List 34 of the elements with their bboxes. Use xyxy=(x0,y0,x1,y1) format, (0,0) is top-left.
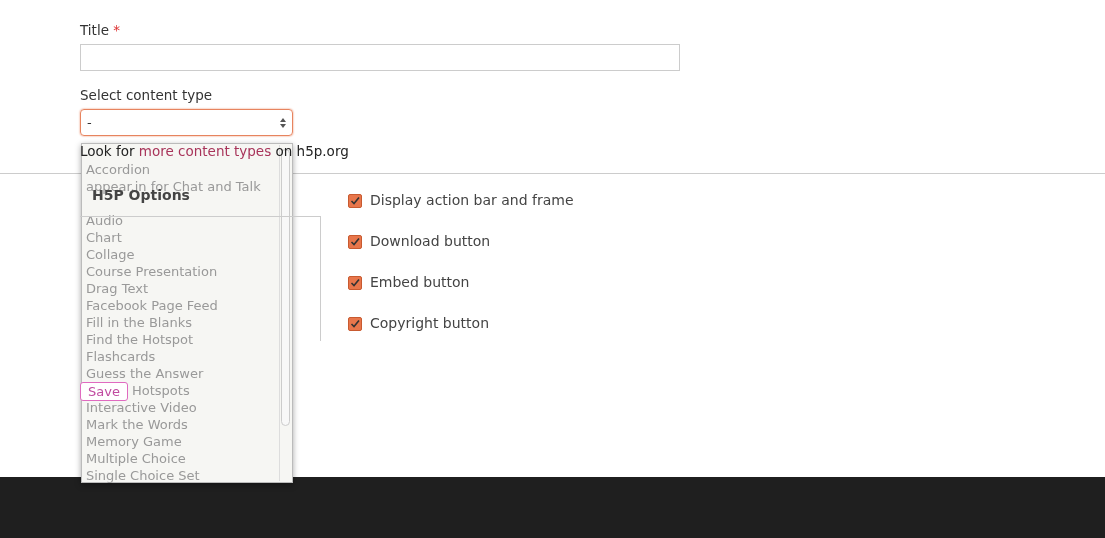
checkbox-label: Copyright button xyxy=(370,315,490,332)
dropdown-option[interactable]: Collage xyxy=(86,246,135,263)
title-input[interactable] xyxy=(80,44,680,71)
dropdown-option[interactable]: Multiple Choice xyxy=(86,450,186,467)
dropdown-option[interactable]: Facebook Page Feed xyxy=(86,297,218,314)
dropdown-option[interactable]: Hotspots xyxy=(132,382,190,399)
checkbox[interactable] xyxy=(348,193,362,208)
checkbox[interactable] xyxy=(348,275,362,290)
dropdown-option[interactable]: Course Presentation xyxy=(86,263,218,280)
content-type-label: Select content type xyxy=(80,86,214,105)
dropdown-option[interactable]: Find the Hotspot xyxy=(86,331,194,348)
dropdown-option[interactable]: Single Choice Set xyxy=(86,467,200,484)
sort-arrows-icon xyxy=(280,117,286,128)
dropdown-option[interactable]: Accordion xyxy=(86,161,151,178)
checkbox-label: Display action bar and frame xyxy=(370,192,574,209)
save-button[interactable]: Save xyxy=(80,382,128,401)
content-type-select[interactable]: - xyxy=(80,109,293,136)
dropdown-option[interactable]: Mark the Words xyxy=(86,416,188,433)
dropdown-option[interactable]: Audio xyxy=(86,212,123,229)
checkbox-label: Embed button xyxy=(370,274,470,291)
hint-text: Look for more content types on h5p.org xyxy=(80,143,350,159)
checkbox-label: Download button xyxy=(370,233,491,250)
dropdown-option[interactable]: Drag Text xyxy=(86,280,148,297)
dropdown-option[interactable]: Fill in the Blanks xyxy=(86,314,192,331)
dropdown-option[interactable]: Guess the Answer xyxy=(86,365,204,382)
dropdown-option[interactable]: Flashcards xyxy=(86,348,156,365)
checkbox[interactable] xyxy=(348,234,362,249)
dropdown-option[interactable]: Interactive Video xyxy=(86,399,197,416)
dropdown-option[interactable]: Memory Game xyxy=(86,433,182,450)
checkbox[interactable] xyxy=(348,316,362,331)
title-label: Title xyxy=(80,22,109,38)
required-mark: * xyxy=(113,22,120,38)
dropdown-option[interactable]: Chart xyxy=(86,229,122,246)
more-content-types-link[interactable]: more content types xyxy=(138,143,272,159)
